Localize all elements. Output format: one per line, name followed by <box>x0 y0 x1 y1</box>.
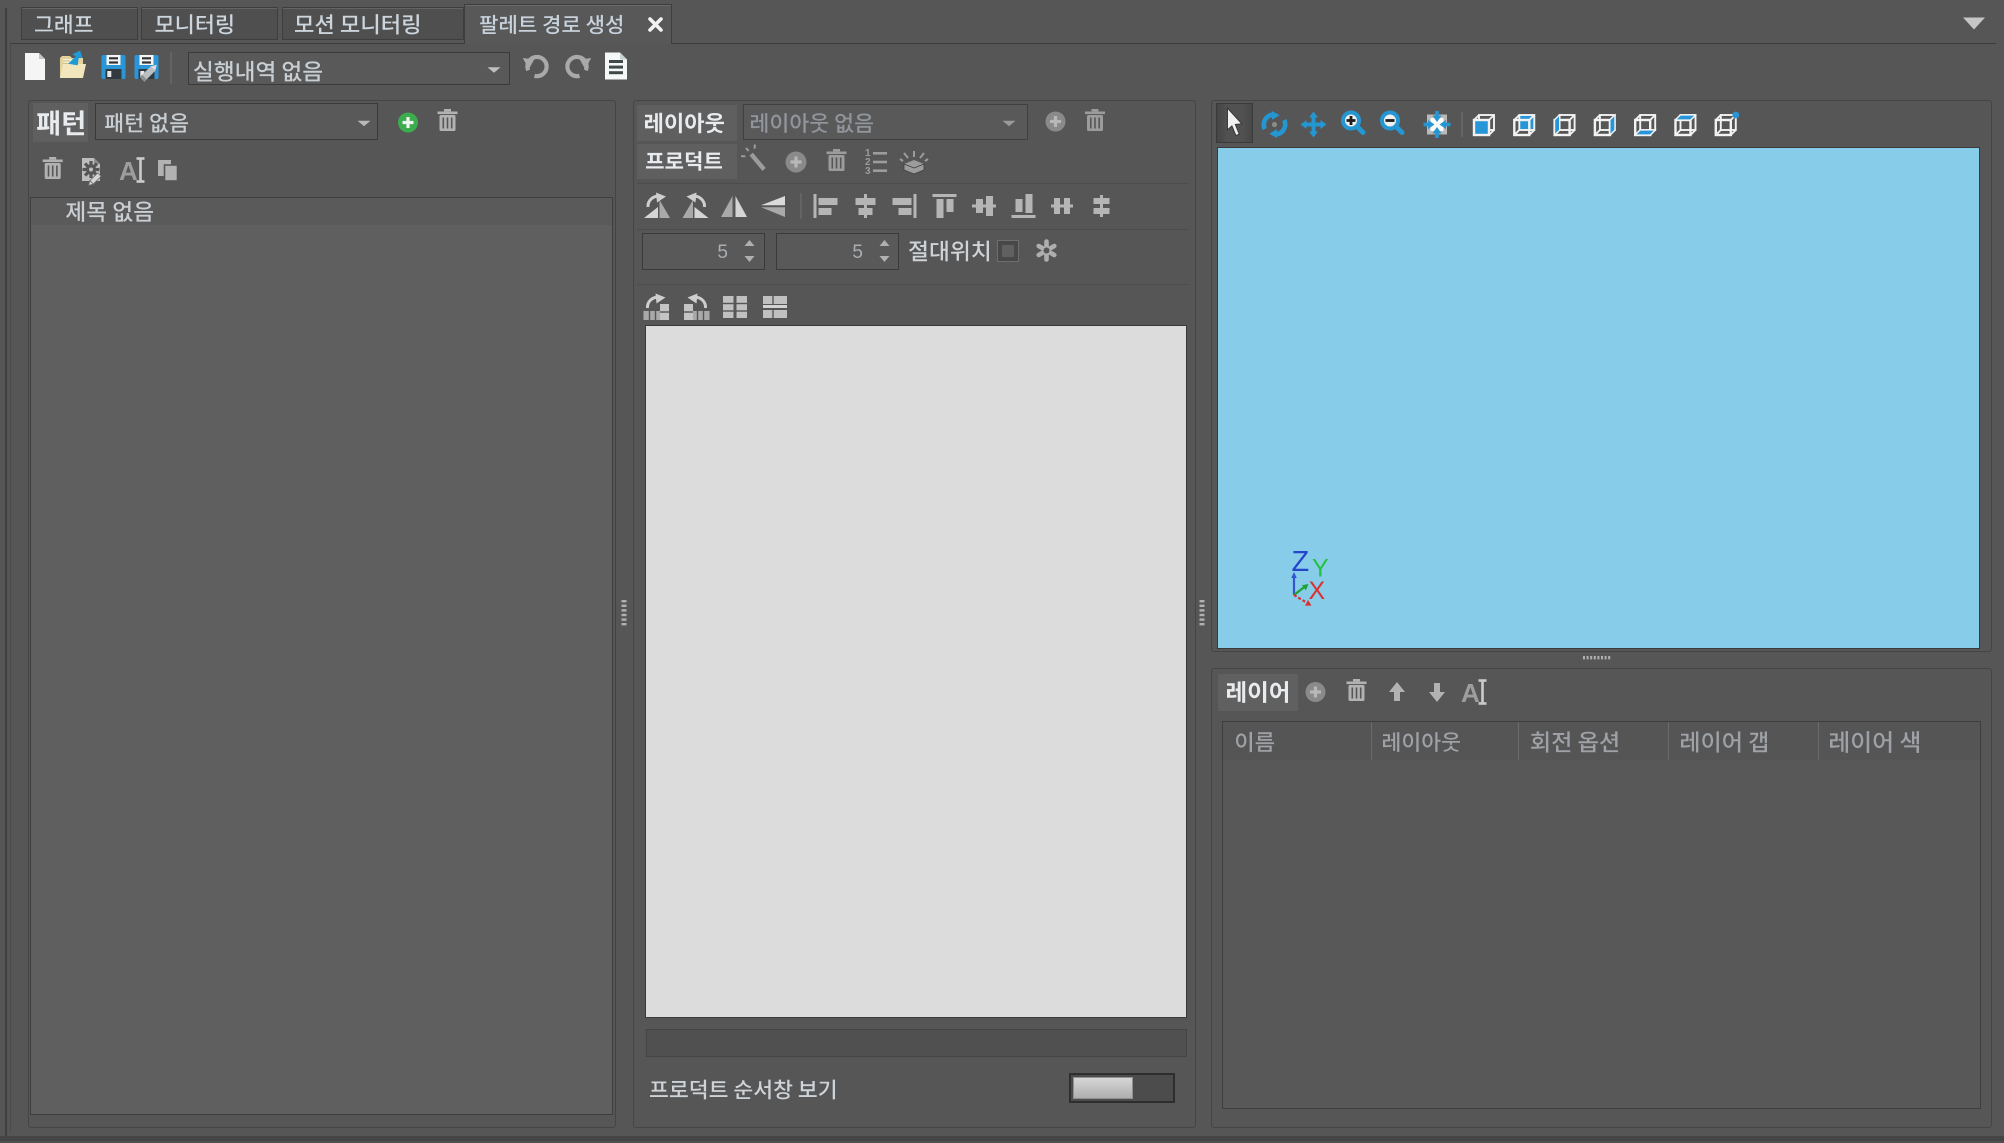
svg-text:5: 5 <box>852 242 863 263</box>
svg-text:A: A <box>1461 678 1480 708</box>
svg-text:X: X <box>1309 577 1326 605</box>
svg-text:5: 5 <box>717 242 728 263</box>
svg-text:A: A <box>119 156 138 186</box>
svg-text:Z: Z <box>1292 546 1310 578</box>
svg-text:3: 3 <box>865 166 871 177</box>
